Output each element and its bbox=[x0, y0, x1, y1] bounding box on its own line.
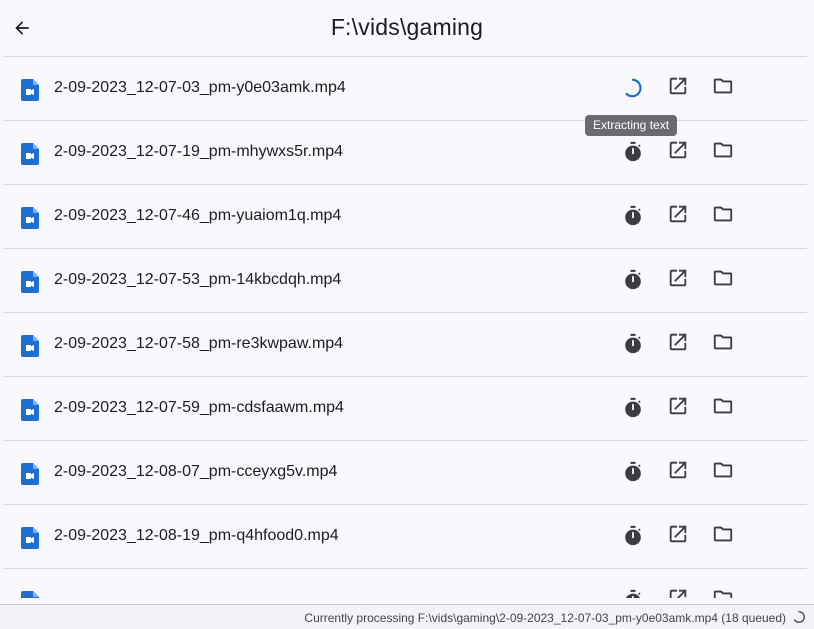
folder-icon bbox=[712, 331, 734, 358]
folder-icon bbox=[712, 523, 734, 550]
file-row: 2-09-2023_12-07-58_pm-re3kwpaw.mp4 bbox=[3, 312, 807, 376]
progress-spinner-icon bbox=[620, 75, 646, 101]
video-file-icon bbox=[21, 463, 39, 485]
file-row bbox=[3, 568, 807, 598]
open-in-new-icon bbox=[667, 75, 689, 102]
open-folder-button[interactable] bbox=[710, 75, 736, 101]
folder-icon bbox=[712, 75, 734, 102]
folder-icon bbox=[712, 395, 734, 422]
open-external-button[interactable] bbox=[665, 203, 691, 229]
open-external-button[interactable] bbox=[665, 587, 691, 598]
page-title: F:\vids\gaming bbox=[330, 14, 484, 40]
open-folder-button[interactable] bbox=[710, 331, 736, 357]
folder-icon bbox=[712, 587, 734, 598]
open-external-button[interactable] bbox=[665, 331, 691, 357]
open-external-button[interactable] bbox=[665, 395, 691, 421]
file-name: 2-09-2023_12-07-59_pm-cdsfaawm.mp4 bbox=[54, 399, 344, 416]
open-folder-button[interactable] bbox=[710, 523, 736, 549]
file-row: 2-09-2023_12-07-53_pm-14kbcdqh.mp4 bbox=[3, 248, 807, 312]
open-external-button[interactable] bbox=[665, 267, 691, 293]
open-folder-button[interactable] bbox=[710, 267, 736, 293]
folder-icon bbox=[712, 459, 734, 486]
app-bar: F:\vids\gaming bbox=[0, 0, 814, 56]
timer-icon bbox=[620, 203, 646, 229]
open-folder-button[interactable] bbox=[710, 139, 736, 165]
file-row: 2-09-2023_12-07-59_pm-cdsfaawm.mp4 bbox=[3, 376, 807, 440]
timer-icon bbox=[620, 459, 646, 485]
open-in-new-icon bbox=[667, 203, 689, 230]
video-file-icon bbox=[21, 527, 39, 549]
folder-icon bbox=[712, 203, 734, 230]
file-row: 2-09-2023_12-07-46_pm-yuaiom1q.mp4 bbox=[3, 184, 807, 248]
timer-icon bbox=[620, 587, 646, 598]
file-name: 2-09-2023_12-08-19_pm-q4hfood0.mp4 bbox=[54, 527, 339, 544]
timer-icon bbox=[620, 523, 646, 549]
folder-icon bbox=[712, 139, 734, 166]
video-file-icon bbox=[21, 271, 39, 293]
video-file-icon bbox=[21, 591, 39, 598]
open-in-new-icon bbox=[667, 523, 689, 550]
video-file-icon bbox=[21, 399, 39, 421]
timer-icon bbox=[620, 395, 646, 421]
video-file-icon bbox=[21, 143, 39, 165]
status-text: Currently processing F:\vids\gaming\2-09… bbox=[304, 611, 786, 625]
open-in-new-icon bbox=[667, 395, 689, 422]
file-row: 2-09-2023_12-08-19_pm-q4hfood0.mp4 bbox=[3, 504, 807, 568]
file-name: 2-09-2023_12-08-07_pm-cceyxg5v.mp4 bbox=[54, 463, 338, 480]
open-in-new-icon bbox=[667, 267, 689, 294]
file-name: 2-09-2023_12-07-46_pm-yuaiom1q.mp4 bbox=[54, 207, 342, 224]
file-name: 2-09-2023_12-07-58_pm-re3kwpaw.mp4 bbox=[54, 335, 344, 352]
folder-icon bbox=[712, 267, 734, 294]
open-external-button[interactable] bbox=[665, 459, 691, 485]
file-name: 2-09-2023_12-07-03_pm-y0e03amk.mp4 bbox=[54, 79, 346, 96]
timer-icon bbox=[620, 331, 646, 357]
file-row: 2-09-2023_12-07-19_pm-mhywxs5r.mp4 bbox=[3, 120, 807, 184]
open-external-button[interactable] bbox=[665, 75, 691, 101]
open-folder-button[interactable] bbox=[710, 203, 736, 229]
open-folder-button[interactable] bbox=[710, 395, 736, 421]
timer-icon bbox=[620, 267, 646, 293]
open-in-new-icon bbox=[667, 139, 689, 166]
open-folder-button[interactable] bbox=[710, 587, 736, 598]
video-file-icon bbox=[21, 335, 39, 357]
file-list: 2-09-2023_12-07-03_pm-y0e03amk.mp4 2-09-… bbox=[3, 56, 807, 598]
open-in-new-icon bbox=[667, 587, 689, 598]
progress-spinner-icon bbox=[793, 611, 805, 623]
open-in-new-icon bbox=[667, 459, 689, 486]
open-in-new-icon bbox=[667, 331, 689, 358]
file-row: 2-09-2023_12-08-07_pm-cceyxg5v.mp4 bbox=[3, 440, 807, 504]
timer-icon bbox=[620, 139, 646, 165]
open-folder-button[interactable] bbox=[710, 459, 736, 485]
status-tooltip: Extracting text bbox=[585, 115, 678, 136]
open-external-button[interactable] bbox=[665, 139, 691, 165]
video-file-icon bbox=[21, 79, 39, 101]
file-row: 2-09-2023_12-07-03_pm-y0e03amk.mp4 bbox=[3, 56, 807, 120]
open-external-button[interactable] bbox=[665, 523, 691, 549]
status-bar: Currently processing F:\vids\gaming\2-09… bbox=[0, 604, 814, 629]
file-name: 2-09-2023_12-07-19_pm-mhywxs5r.mp4 bbox=[54, 143, 344, 160]
video-file-icon bbox=[21, 207, 39, 229]
file-name: 2-09-2023_12-07-53_pm-14kbcdqh.mp4 bbox=[54, 271, 342, 288]
